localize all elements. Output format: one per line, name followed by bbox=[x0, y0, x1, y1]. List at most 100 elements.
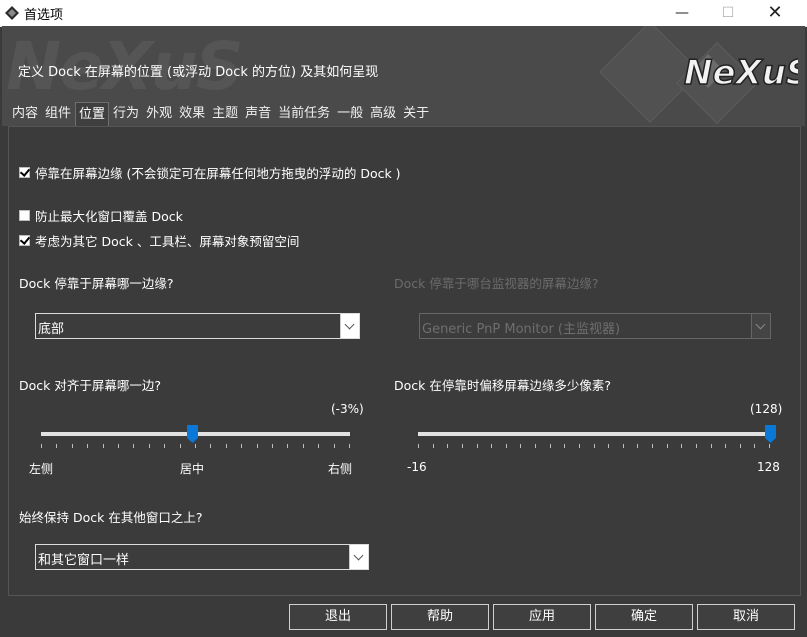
monitor-dropdown: Generic PnP Monitor (主监视器) bbox=[419, 313, 771, 339]
chevron-down-icon[interactable] bbox=[340, 314, 359, 338]
slider-tick bbox=[681, 444, 682, 448]
slider-tick bbox=[180, 444, 181, 448]
dock-at-edge-option[interactable]: 停靠在屏幕边缘 (不会锁定可在屏幕任何地方拖曳的浮动的 Dock ) bbox=[19, 163, 401, 182]
slider-tick bbox=[87, 444, 88, 448]
slider-tick bbox=[740, 444, 741, 448]
tab-effects[interactable]: 效果 bbox=[176, 102, 208, 126]
ontop-question: 始终保持 Dock 在其他窗口之上? bbox=[19, 510, 203, 525]
align-question: Dock 对齐于屏幕哪一边? bbox=[19, 378, 161, 393]
apply-button[interactable]: 应用 bbox=[493, 604, 591, 630]
slider-tick bbox=[349, 444, 350, 448]
slider-tick bbox=[535, 444, 536, 448]
tab-advanced[interactable]: 高级 bbox=[367, 102, 399, 126]
monitor-question: Dock 停靠于哪台监视器的屏幕边缘? bbox=[394, 276, 599, 291]
tab-components[interactable]: 组件 bbox=[42, 102, 74, 126]
slider-tick bbox=[418, 444, 419, 448]
edge-dropdown[interactable]: 底部 bbox=[35, 313, 360, 339]
chevron-down-icon bbox=[751, 314, 770, 338]
slider-tick bbox=[506, 444, 507, 448]
title-bar[interactable]: 首选项 — ☐ ✕ bbox=[0, 0, 807, 27]
slider-tick bbox=[257, 444, 258, 448]
cancel-button[interactable]: 取消 bbox=[697, 604, 795, 630]
offset-question: Dock 在停靠时偏移屏幕边缘多少像素? bbox=[394, 378, 611, 393]
slider-tick bbox=[334, 444, 335, 448]
slider-tick bbox=[594, 444, 595, 448]
app-diamond-icon bbox=[5, 6, 19, 20]
tab-bar: 内容 组件 位置 行为 外观 效果 主题 声音 当前任务 一般 高级 关于 bbox=[9, 102, 433, 127]
chevron-down-icon[interactable] bbox=[349, 545, 368, 569]
dock-at-edge-checkbox[interactable] bbox=[19, 167, 30, 178]
offset-max-label: 128 bbox=[757, 460, 780, 474]
monitor-dropdown-value: Generic PnP Monitor (主监视器) bbox=[422, 322, 621, 337]
offset-slider-thumb[interactable] bbox=[764, 425, 776, 443]
slider-tick bbox=[477, 444, 478, 448]
slider-tick bbox=[226, 444, 227, 448]
ontop-dropdown-value: 和其它窗口一样 bbox=[38, 553, 130, 568]
slider-tick bbox=[318, 444, 319, 448]
nexus-logo-icon: NeXuS bbox=[683, 52, 798, 94]
help-button[interactable]: 帮助 bbox=[391, 604, 489, 630]
logo-text: NeXuS bbox=[684, 53, 798, 93]
edge-dropdown-value: 底部 bbox=[38, 322, 65, 337]
slider-tick bbox=[550, 444, 551, 448]
slider-tick bbox=[725, 444, 726, 448]
prevent-maximize-checkbox[interactable] bbox=[19, 210, 30, 221]
align-center-label: 居中 bbox=[180, 462, 205, 476]
slider-tick bbox=[711, 444, 712, 448]
page-description: 定义 Dock 在屏幕的位置 (或浮动 Dock 的方位) 及其如何呈现 bbox=[18, 65, 379, 80]
slider-tick bbox=[462, 444, 463, 448]
tab-general[interactable]: 一般 bbox=[334, 102, 366, 126]
dock-at-edge-label: 停靠在屏幕边缘 (不会锁定可在屏幕任何地方拖曳的浮动的 Dock ) bbox=[35, 166, 401, 181]
tab-themes[interactable]: 主题 bbox=[209, 102, 241, 126]
prevent-maximize-option[interactable]: 防止最大化窗口覆盖 Dock bbox=[19, 206, 183, 225]
slider-tick bbox=[272, 444, 273, 448]
align-left-label: 左侧 bbox=[29, 462, 54, 476]
tab-appearance[interactable]: 外观 bbox=[143, 102, 175, 126]
slider-tick bbox=[56, 444, 57, 448]
slider-tick bbox=[637, 444, 638, 448]
preferences-window: 首选项 — ☐ ✕ NeXuS 定义 Dock 在屏幕的位置 (或浮动 Dock… bbox=[0, 0, 807, 637]
ontop-dropdown[interactable]: 和其它窗口一样 bbox=[35, 544, 369, 570]
reserve-space-label: 考虑为其它 Dock 、工具栏、屏幕对象预留空间 bbox=[35, 234, 300, 249]
align-slider-thumb[interactable] bbox=[186, 425, 198, 443]
slider-tick bbox=[769, 444, 770, 448]
minimize-button[interactable]: — bbox=[659, 0, 705, 26]
slider-tick bbox=[133, 444, 134, 448]
window-title: 首选项 bbox=[24, 8, 64, 23]
slider-tick bbox=[623, 444, 624, 448]
slider-tick bbox=[72, 444, 73, 448]
slider-tick bbox=[667, 444, 668, 448]
slider-tick bbox=[149, 444, 150, 448]
offset-value-readout: (128) bbox=[750, 402, 783, 416]
offset-slider-track[interactable] bbox=[418, 432, 770, 436]
tab-position[interactable]: 位置 bbox=[75, 102, 110, 127]
align-right-label: 右侧 bbox=[328, 462, 353, 476]
tab-sounds[interactable]: 声音 bbox=[242, 102, 274, 126]
align-value-readout: (-3%) bbox=[331, 402, 364, 416]
slider-tick bbox=[696, 444, 697, 448]
align-slider-ticks bbox=[41, 444, 350, 450]
tab-running-tasks[interactable]: 当前任务 bbox=[275, 102, 333, 126]
tab-about[interactable]: 关于 bbox=[400, 102, 432, 126]
maximize-button[interactable]: ☐ bbox=[705, 0, 751, 26]
slider-tick bbox=[303, 444, 304, 448]
slider-tick bbox=[210, 444, 211, 448]
slider-tick bbox=[447, 444, 448, 448]
exit-button[interactable]: 退出 bbox=[289, 604, 387, 630]
slider-tick bbox=[241, 444, 242, 448]
slider-tick bbox=[195, 444, 196, 448]
offset-min-label: -16 bbox=[407, 460, 427, 474]
ok-button[interactable]: 确定 bbox=[595, 604, 693, 630]
tab-behavior[interactable]: 行为 bbox=[110, 102, 142, 126]
tab-content[interactable]: 内容 bbox=[9, 102, 41, 126]
reserve-space-option[interactable]: 考虑为其它 Dock 、工具栏、屏幕对象预留空间 bbox=[19, 231, 299, 250]
slider-tick bbox=[118, 444, 119, 448]
slider-tick bbox=[579, 444, 580, 448]
position-panel: 停靠在屏幕边缘 (不会锁定可在屏幕任何地方拖曳的浮动的 Dock ) 防止最大化… bbox=[8, 126, 801, 596]
reserve-space-checkbox[interactable] bbox=[19, 235, 30, 246]
close-button[interactable]: ✕ bbox=[752, 0, 798, 26]
slider-tick bbox=[41, 444, 42, 448]
slider-tick bbox=[287, 444, 288, 448]
offset-slider-ticks bbox=[418, 444, 770, 450]
slider-tick bbox=[564, 444, 565, 448]
